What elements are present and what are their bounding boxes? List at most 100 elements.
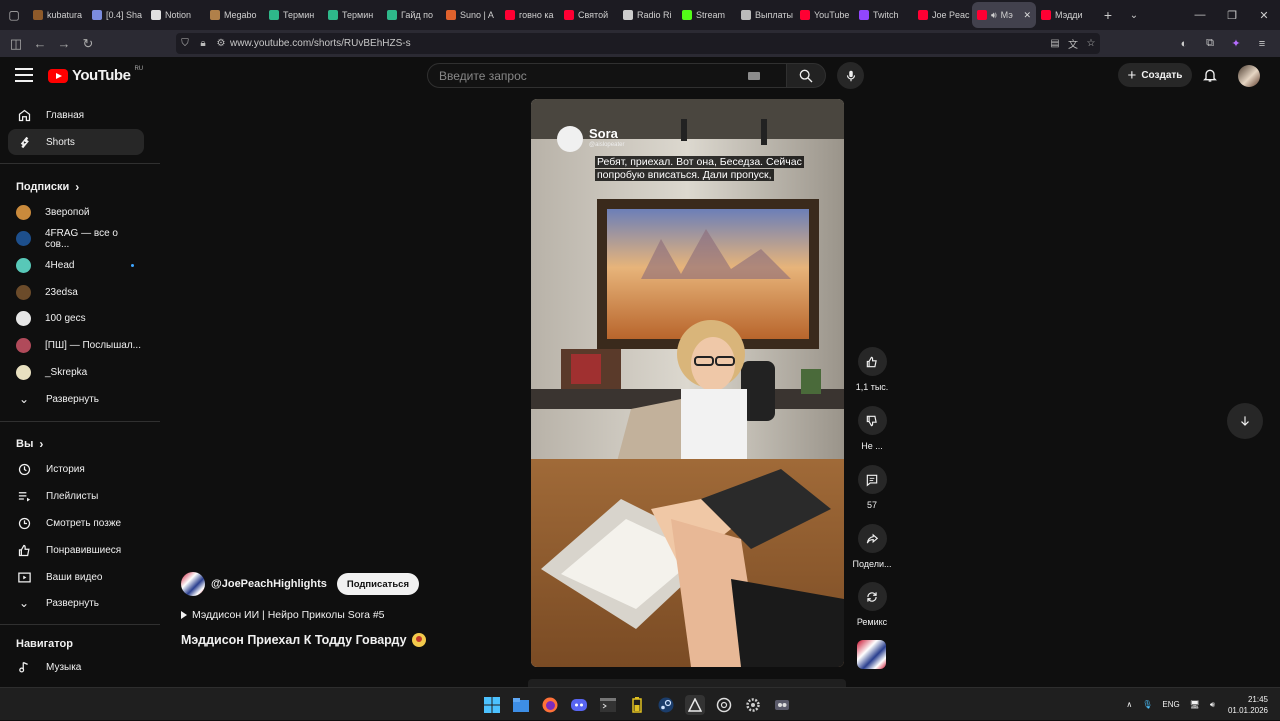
lock-icon[interactable]: 🔒︎ [194,38,212,49]
sidebar-item-subscription[interactable]: 100 gecs [8,306,144,332]
browser-tab[interactable]: Megabo [205,2,264,28]
subscribe-button[interactable]: Подписаться [336,573,419,595]
chatgpt-icon[interactable] [714,695,734,715]
browser-tab[interactable]: YouTube [795,2,854,28]
translate-icon[interactable]: 文 [1064,36,1082,51]
dislike-button[interactable] [857,406,887,435]
close-window-button[interactable]: ✕ [1248,0,1280,30]
search-input[interactable] [428,68,748,83]
browser-tab[interactable]: Joe Peac [913,2,972,28]
browser-tab[interactable]: Гайд по [382,2,441,28]
sidebar-item-subscription[interactable]: 4Head [8,252,144,278]
extensions-icon[interactable]: ⧉ [1198,32,1222,55]
sidebar-item-liked[interactable]: Понравившиеся [8,537,144,563]
tab-overview-icon[interactable]: ▢ [0,0,28,30]
sidebar-item-shorts[interactable]: Shorts [8,129,144,155]
sidebar-item-subscription[interactable]: Зверопой [8,199,144,225]
browser-tab[interactable]: Notion [146,2,205,28]
browser-tab[interactable]: Термин [264,2,323,28]
sidebar-item-history[interactable]: История [8,456,144,482]
url-bar[interactable]: ⛉ 🔒︎ ⚙ www.youtube.com/shorts/RUvBEhHZS-… [176,33,1100,54]
back-button[interactable]: ← [28,32,52,56]
subscriptions-heading[interactable]: Подписки › [16,180,79,194]
url-text[interactable]: www.youtube.com/shorts/RUvBEhHZS-s [230,38,411,49]
browser-tab[interactable]: Stream [677,2,736,28]
browser-tab[interactable]: Термин [323,2,382,28]
clock[interactable]: 21:45 01.01.2026 [1220,694,1280,716]
battery-app-icon[interactable] [627,695,647,715]
bookmark-star-icon[interactable]: ☆ [1082,38,1100,49]
sidebar-toggle-icon[interactable]: ◫ [4,32,28,56]
reader-view-icon[interactable]: ▤ [1046,38,1064,49]
sidebar-item-expand-you[interactable]: ⌄ Развернуть [8,590,144,616]
obs-icon[interactable] [772,695,792,715]
comments-button[interactable] [857,465,887,494]
browser-tab[interactable]: Suno | A [441,2,500,28]
voice-search-button[interactable] [837,62,864,89]
sidebar-item-subscription[interactable]: _Skrepka [8,359,144,385]
menu-icon[interactable]: ≡ [1250,32,1274,55]
discord-icon[interactable] [569,695,589,715]
extension-icon[interactable]: ✦ [1224,32,1248,55]
next-short-button[interactable] [1227,403,1263,439]
share-button[interactable] [857,524,887,553]
menu-hamburger-icon[interactable] [14,66,34,84]
remix-button[interactable] [857,582,887,611]
tab-list-chevron-icon[interactable]: ⌄ [1121,10,1147,21]
browser-tab[interactable]: [0.4] Sha [87,2,146,28]
browser-tab[interactable]: kubatura [28,2,87,28]
short-video-player[interactable]: Sora @aislopeater Ребят, приехал. Вот он… [531,99,844,667]
microphone-tray-icon[interactable]: 🎙︎ [1137,700,1157,709]
language-indicator[interactable]: ENG [1157,700,1184,709]
sidebar-item-home[interactable]: Главная [8,102,144,128]
browser-tab[interactable]: говно ка [500,2,559,28]
start-button[interactable] [482,695,502,715]
you-heading[interactable]: Вы › [16,437,43,451]
firefox-icon[interactable] [540,695,560,715]
file-explorer-icon[interactable] [511,695,531,715]
sidebar-item-your-videos[interactable]: Ваши видео [8,564,144,590]
sidebar-item-playlists[interactable]: Плейлисты [8,483,144,509]
browser-tab[interactable]: Мэдди [1036,2,1095,28]
tray-overflow-chevron-icon[interactable]: ∧ [1121,700,1137,709]
sidebar-item-music[interactable]: Музыка [8,654,144,680]
create-button[interactable]: + Создать [1118,63,1192,87]
search-button[interactable] [786,63,826,88]
browser-tab[interactable]: Radio Ri [618,2,677,28]
sidebar-item-subscription[interactable]: 23edsa [8,279,144,305]
terminal-icon[interactable] [598,695,618,715]
steam-icon[interactable] [656,695,676,715]
settings-gear-icon[interactable] [743,695,763,715]
home-icon [16,107,32,123]
browser-tab[interactable]: Twitch [854,2,913,28]
network-icon[interactable]: 🖥︎ [1185,700,1205,709]
tab-audio-icon[interactable]: 🔊︎ [991,10,997,21]
keyboard-icon[interactable] [748,71,760,80]
like-button[interactable] [857,347,887,376]
sidebar-item-watch-later[interactable]: Смотреть позже [8,510,144,536]
shield-icon[interactable]: ⛉ [176,38,194,49]
notifications-bell-icon[interactable] [1200,65,1220,85]
sidebar-item-subscription[interactable]: 4FRAG — все о сов... [8,226,144,252]
youtube-logo[interactable]: YouTube RU [48,66,143,84]
browser-tab[interactable]: Святой [559,2,618,28]
permissions-icon[interactable]: ⚙ [212,38,230,49]
forward-button[interactable]: → [52,32,76,56]
restore-button[interactable]: ❐ [1216,0,1248,30]
vpn-extension-icon[interactable]: ◐ [1172,32,1196,55]
browser-tab[interactable]: Выплаты [736,2,795,28]
browser-tab[interactable]: 🔊︎ Мэ ✕ [972,2,1036,28]
new-tab-button[interactable]: + [1095,7,1121,23]
sound-source-thumbnail[interactable] [857,640,886,669]
app-icon[interactable] [685,695,705,715]
volume-icon[interactable]: 🔊︎ [1205,700,1220,710]
playlist-link[interactable]: Мэддисон ИИ | Нейро Приколы Sora #5 [181,609,521,621]
account-avatar[interactable] [1238,65,1260,87]
minimize-button[interactable]: — [1184,0,1216,30]
sidebar-item-subscription[interactable]: [ПШ] — Послышал... [8,333,144,359]
channel-avatar[interactable] [181,572,205,596]
reload-button[interactable]: ↻ [76,32,100,56]
sidebar-item-expand[interactable]: ⌄ Развернуть [8,386,144,412]
channel-name[interactable]: @JoePeachHighlights [211,578,327,590]
close-tab-icon[interactable]: ✕ [1023,10,1031,21]
